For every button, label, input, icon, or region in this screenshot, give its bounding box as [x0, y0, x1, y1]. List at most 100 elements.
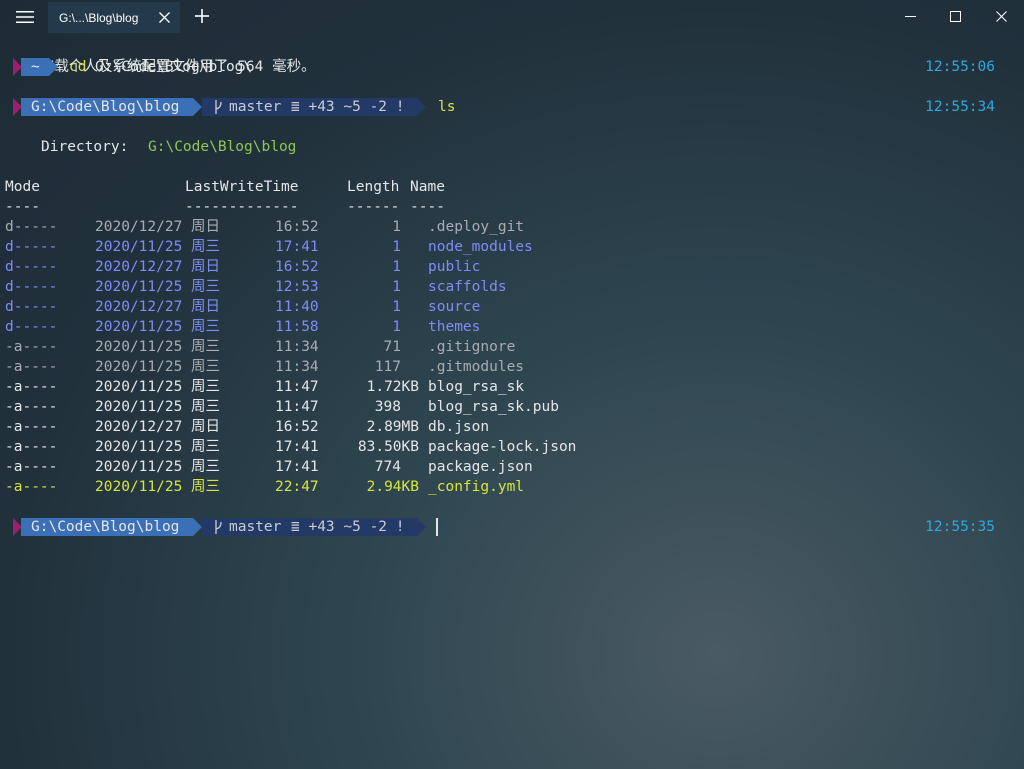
prompt-end-chevron-icon — [417, 98, 426, 116]
header-mode-rule: ---- — [5, 199, 40, 215]
git-branch-name: master — [229, 519, 282, 535]
prompt-path: G:\Code\Blog\blog — [31, 99, 180, 115]
entry-name: package-lock.json — [428, 439, 577, 455]
entry-name: .deploy_git — [428, 219, 525, 235]
entry-mode: -a---- — [5, 399, 58, 415]
entry-time: 17:41 — [275, 439, 319, 455]
header-time-rule: ------------- — [185, 199, 299, 215]
close-icon[interactable] — [978, 0, 1024, 32]
table-row: d----- 2020/12/27 周日 16:52 1 .deploy_git — [5, 217, 1019, 237]
hamburger-menu-icon[interactable] — [8, 3, 42, 31]
entry-length: 2.94KB — [366, 479, 419, 495]
entry-length: 774 — [374, 459, 401, 475]
entry-time: 17:41 — [275, 459, 319, 475]
entry-mode: -a---- — [5, 339, 58, 355]
git-branch-icon — [215, 100, 222, 114]
entry-mode: d----- — [5, 279, 58, 295]
git-status: ≣ +43 ~5 -2 ! — [291, 519, 405, 535]
entry-date: 2020/11/25 周三 — [95, 459, 221, 475]
tab-terminal[interactable]: G:\...\Blog\blog — [48, 2, 180, 33]
entry-name: public — [428, 259, 481, 275]
text-cursor[interactable] — [436, 518, 438, 536]
git-status: ≣ +43 ~5 -2 ! — [291, 99, 405, 115]
table-row: -a---- 2020/11/25 周三 11:47 398 blog_rsa_… — [5, 397, 1019, 417]
command-argument: G:\Code\Blog\blog\ — [95, 59, 253, 75]
entry-time: 16:52 — [275, 259, 319, 275]
entry-length: 1 — [392, 219, 401, 235]
table-header-rule: ---- ------------- ------ ---- — [5, 197, 1019, 217]
entry-date: 2020/11/25 周三 — [95, 359, 221, 375]
entry-mode: d----- — [5, 219, 58, 235]
header-name: Name — [410, 179, 445, 195]
entry-time: 16:52 — [275, 419, 319, 435]
entry-length: 71 — [383, 339, 401, 355]
entry-mode: -a---- — [5, 379, 58, 395]
entry-mode: d----- — [5, 319, 58, 335]
command-text: ls — [438, 99, 456, 115]
entry-mode: -a---- — [5, 439, 58, 455]
entry-name: themes — [428, 319, 481, 335]
entry-length: 1 — [392, 239, 401, 255]
entry-length: 2.89MB — [366, 419, 419, 435]
tab-title: G:\...\Blog\blog — [59, 10, 139, 25]
entry-date: 2020/11/25 周三 — [95, 479, 221, 495]
prompt-timestamp: 12:55:35 — [925, 519, 995, 535]
plus-icon[interactable] — [190, 4, 214, 28]
entry-date: 2020/12/27 周日 — [95, 219, 221, 235]
header-mode: Mode — [5, 179, 40, 195]
entry-name: scaffolds — [428, 279, 507, 295]
entry-length: 83.50KB — [357, 439, 419, 455]
segment-separator-icon — [193, 98, 202, 116]
prompt-end-chevron-icon — [417, 518, 426, 536]
header-length-rule: ------ — [347, 199, 400, 215]
table-row: d----- 2020/11/25 周三 11:58 1 themes — [5, 317, 1019, 337]
minimize-icon[interactable] — [887, 0, 933, 32]
header-last-write-time: LastWriteTime — [185, 179, 299, 195]
entry-date: 2020/12/27 周日 — [95, 299, 221, 315]
prompt-line-1: ~ cd G:\Code\Blog\blog\ 12:55:06 — [5, 57, 1019, 77]
entry-time: 11:58 — [275, 319, 319, 335]
entry-date: 2020/12/27 周日 — [95, 259, 221, 275]
entry-time: 11:40 — [275, 299, 319, 315]
entry-name: .gitmodules — [428, 359, 525, 375]
entry-length: 1 — [392, 319, 401, 335]
entry-name: db.json — [428, 419, 490, 435]
entry-length: 1 — [392, 279, 401, 295]
entry-mode: -a---- — [5, 459, 58, 475]
header-length: Length — [347, 179, 400, 195]
entry-date: 2020/11/25 周三 — [95, 279, 221, 295]
profile-load-message-line: 加载个人及系统配置文件用了 564 毫秒。 — [5, 37, 1019, 75]
entry-time: 22:47 — [275, 479, 319, 495]
entry-mode: -a---- — [5, 479, 58, 495]
entry-date: 2020/11/25 周三 — [95, 439, 221, 455]
tab-close-icon[interactable] — [156, 9, 172, 25]
terminal-output[interactable]: 加载个人及系统配置文件用了 564 毫秒。 ~ cd G:\Code\Blog\… — [5, 37, 1019, 537]
entry-mode: d----- — [5, 259, 58, 275]
entry-time: 11:47 — [275, 399, 319, 415]
directory-line: Directory: G:\Code\Blog\blog — [5, 137, 1019, 157]
directory-label: Directory: — [41, 139, 129, 155]
entry-date: 2020/11/25 周三 — [95, 239, 221, 255]
segment-separator-icon — [193, 518, 202, 536]
table-header: Mode LastWriteTime Length Name — [5, 177, 1019, 197]
entry-date: 2020/11/25 周三 — [95, 399, 221, 415]
table-row: d----- 2020/12/27 周日 11:40 1 source — [5, 297, 1019, 317]
prompt-timestamp: 12:55:34 — [925, 99, 995, 115]
table-row: d----- 2020/11/25 周三 12:53 1 scaffolds — [5, 277, 1019, 297]
git-branch-name: master — [229, 99, 282, 115]
entry-name: node_modules — [428, 239, 533, 255]
entry-date: 2020/12/27 周日 — [95, 419, 221, 435]
prompt-line-3: G:\Code\Blog\blog master ≣ +43 ~5 -2 ! 1… — [5, 517, 1019, 537]
entry-length: 398 — [374, 399, 401, 415]
entry-date: 2020/11/25 周三 — [95, 319, 221, 335]
entry-mode: -a---- — [5, 359, 58, 375]
maximize-icon[interactable] — [932, 0, 978, 32]
entry-mode: d----- — [5, 239, 58, 255]
table-row: -a---- 2020/11/25 周三 11:34 117 .gitmodul… — [5, 357, 1019, 377]
entry-date: 2020/11/25 周三 — [95, 339, 221, 355]
prompt-path: ~ — [31, 59, 40, 75]
